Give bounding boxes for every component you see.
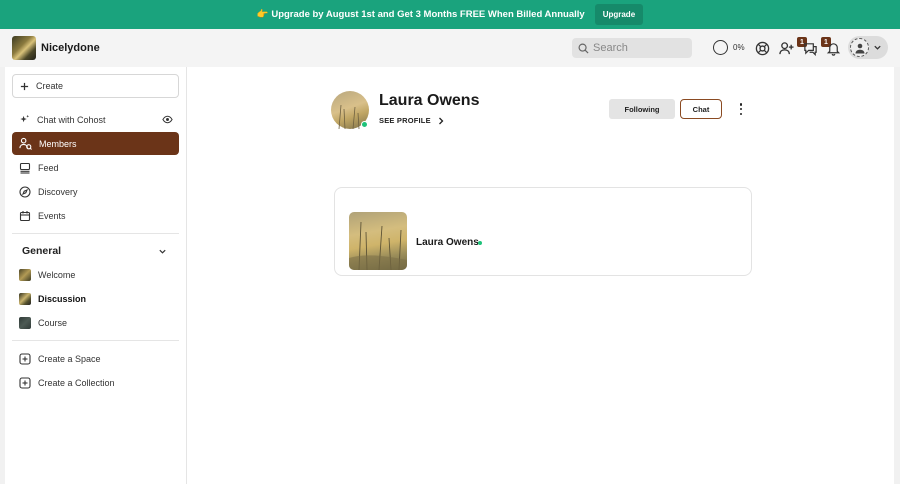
see-profile-label: SEE PROFILE [379,116,431,125]
space-label: Welcome [38,269,76,280]
sidebar-item-label: Events [38,210,66,221]
plus-square-icon [19,352,31,365]
community-logo[interactable] [12,36,36,60]
following-button[interactable]: Following [609,99,675,119]
online-status-dot [361,121,368,128]
sidebar-item-label: Members [39,138,77,149]
sidebar-divider [12,340,179,341]
create-collection-link[interactable]: Create a Collection [12,371,179,394]
space-thumbnail [19,292,31,305]
action-label: Create a Collection [38,377,115,388]
space-item-course[interactable]: Course [12,311,179,334]
member-name[interactable]: Laura Owens [416,237,479,248]
space-thumbnail [19,268,31,281]
sidebar-item-label: Feed [38,162,59,173]
sidebar-item-label: Chat with Cohost [37,114,106,125]
upgrade-banner: 👉 Upgrade by August 1st and Get 3 Months… [0,0,900,29]
chat-button[interactable]: Chat [680,99,722,119]
see-profile-link[interactable]: SEE PROFILE [379,116,445,125]
main-content: Laura Owens SEE PROFILE Following Chat L… [187,67,894,484]
members-icon [19,137,32,150]
chevron-right-icon [438,117,444,124]
sidebar: Create Chat with Cohost Members Feed Dis… [5,67,187,484]
onboarding-progress[interactable]: 0% [713,40,745,55]
create-button[interactable]: Create [12,74,179,98]
member-image [349,212,407,270]
space-item-discussion[interactable]: Discussion [12,287,179,310]
calendar-icon [19,210,31,221]
support-icon[interactable] [754,40,770,56]
space-label: Course [38,317,68,328]
more-options-icon[interactable] [736,101,746,117]
create-space-link[interactable]: Create a Space [12,347,179,370]
profile-name: Laura Owens [379,92,480,109]
sidebar-item-feed[interactable]: Feed [12,156,179,179]
online-status-dot [478,241,482,245]
community-name[interactable]: Nicelydone [41,42,100,54]
search-input[interactable] [593,42,688,54]
sidebar-divider [12,233,179,234]
action-label: Create a Space [38,353,101,364]
section-title-general[interactable]: General [22,245,61,257]
eye-icon[interactable] [162,114,173,125]
chevron-down-icon[interactable] [158,247,167,256]
space-label: Discussion [38,293,87,304]
space-item-welcome[interactable]: Welcome [12,263,179,286]
sidebar-item-members[interactable]: Members [12,132,179,155]
space-thumbnail [19,316,31,329]
sidebar-item-events[interactable]: Events [12,204,179,227]
plus-square-icon [19,376,31,389]
account-menu[interactable] [848,36,888,59]
chevron-down-icon [874,45,881,50]
feed-icon [19,162,31,174]
search-icon [578,43,589,54]
sidebar-item-discovery[interactable]: Discovery [12,180,179,203]
compass-icon [19,185,31,198]
create-label: Create [36,81,64,91]
messages-icon[interactable] [802,40,818,56]
sidebar-item-chat-with-cohost[interactable]: Chat with Cohost [12,108,179,131]
banner-text: 👉 Upgrade by August 1st and Get 3 Months… [256,9,585,20]
progress-label: 0% [733,43,745,52]
sparkle-icon [20,114,30,123]
progress-ring-icon [713,40,728,55]
upgrade-button[interactable]: Upgrade [594,4,644,25]
top-header: Nicelydone 0% 1 1 [0,29,900,67]
search-box[interactable] [572,38,692,58]
plus-icon [20,82,29,90]
member-card[interactable]: Laura Owens [334,187,752,276]
bell-icon[interactable] [825,40,841,56]
avatar-icon [850,38,869,57]
sidebar-item-label: Discovery [38,186,78,197]
add-user-icon[interactable] [778,40,794,56]
